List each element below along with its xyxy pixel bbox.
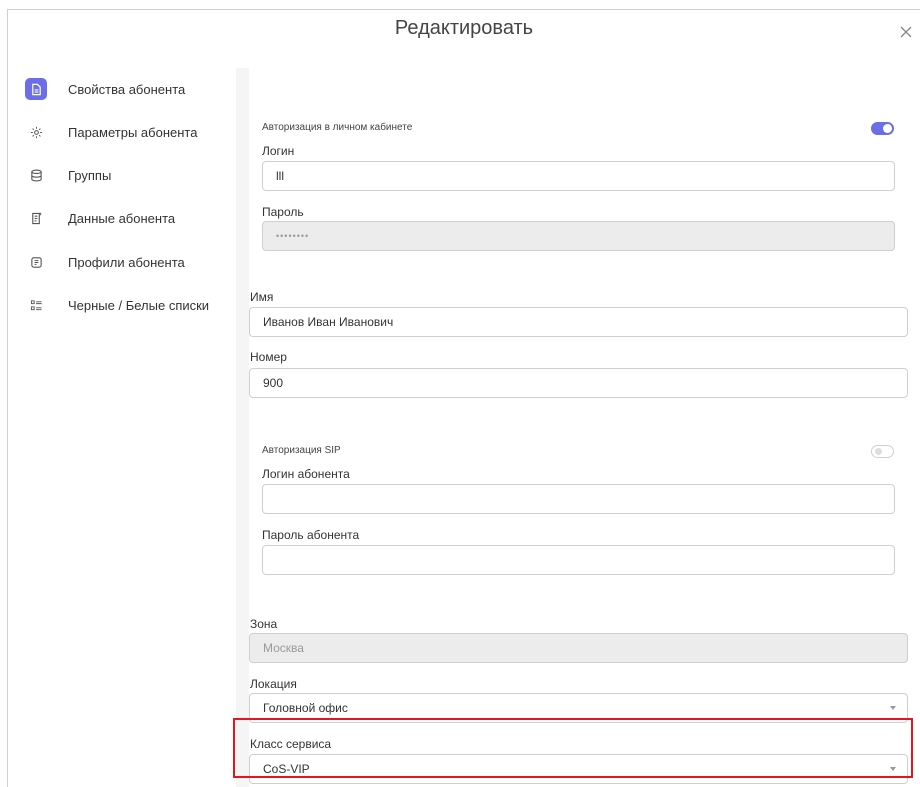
profile-card-icon xyxy=(25,251,47,273)
sip-auth-toggle[interactable] xyxy=(871,445,894,458)
sidebar-item-groups[interactable]: Группы xyxy=(25,157,225,193)
password-field[interactable]: •••••••• xyxy=(262,221,895,251)
sip-password-label: Пароль абонента xyxy=(262,528,360,542)
sidebar-item-label: Данные абонента xyxy=(68,210,176,226)
sidebar-item-subscriber-profiles[interactable]: Профили абонента xyxy=(25,244,225,280)
sip-login-field[interactable] xyxy=(262,484,895,514)
sip-auth-card: Авторизация SIP Логин абонента Пароль аб… xyxy=(249,422,908,603)
database-icon xyxy=(25,164,47,186)
location-value: Головной офис xyxy=(263,701,348,715)
sip-auth-title: Авторизация SIP xyxy=(262,445,341,456)
sidebar-item-black-white-lists[interactable]: Черные / Белые списки xyxy=(25,287,225,323)
list-icon xyxy=(25,294,47,316)
cabinet-auth-toggle[interactable] xyxy=(871,122,894,135)
chevron-down-icon xyxy=(890,706,896,710)
number-label: Номер xyxy=(250,350,287,364)
sidebar-item-label: Группы xyxy=(68,167,112,183)
sip-password-field[interactable] xyxy=(262,545,895,575)
modal-title: Редактировать xyxy=(394,17,534,39)
service-class-value: CoS-VIP xyxy=(263,762,310,776)
edit-modal: Редактировать Свойства абонента Параметр… xyxy=(7,9,920,787)
chevron-down-icon xyxy=(890,767,896,771)
location-label: Локация xyxy=(250,677,297,691)
name-field[interactable]: Иванов Иван Иванович xyxy=(249,307,908,337)
service-class-label: Класс сервиса xyxy=(250,737,332,751)
sidebar-item-label: Профили абонента xyxy=(68,254,185,270)
name-label: Имя xyxy=(250,290,274,304)
zone-label: Зона xyxy=(250,617,278,631)
number-field[interactable]: 900 xyxy=(249,368,908,398)
login-field[interactable]: lll xyxy=(262,161,895,191)
settings-dots-icon xyxy=(25,121,47,143)
sidebar-item-label: Черные / Белые списки xyxy=(68,297,210,313)
sidebar-item-label: Параметры абонента xyxy=(68,124,198,140)
data-sheet-icon xyxy=(25,207,47,229)
location-select[interactable]: Головной офис xyxy=(249,693,908,723)
sidebar: Свойства абонента Параметры абонента Гру… xyxy=(8,68,236,787)
service-class-select[interactable]: CoS-VIP xyxy=(249,754,908,784)
cabinet-auth-card: Авторизация в личном кабинете Логин lll … xyxy=(249,98,908,275)
sidebar-item-subscriber-data[interactable]: Данные абонента xyxy=(25,200,225,236)
sidebar-item-subscriber-parameters[interactable]: Параметры абонента xyxy=(25,114,225,150)
login-label: Логин xyxy=(262,144,295,158)
close-icon[interactable] xyxy=(896,22,916,42)
document-icon xyxy=(25,78,47,100)
sidebar-item-label: Свойства абонента xyxy=(68,81,186,97)
sip-login-label: Логин абонента xyxy=(262,467,350,481)
main-content: Авторизация в личном кабинете Логин lll … xyxy=(249,68,920,787)
cabinet-auth-title: Авторизация в личном кабинете xyxy=(262,122,413,133)
sidebar-item-subscriber-properties[interactable]: Свойства абонента xyxy=(25,71,225,107)
zone-field[interactable]: Москва xyxy=(249,633,908,663)
modal-header: Редактировать xyxy=(8,10,920,68)
password-label: Пароль xyxy=(262,205,304,219)
